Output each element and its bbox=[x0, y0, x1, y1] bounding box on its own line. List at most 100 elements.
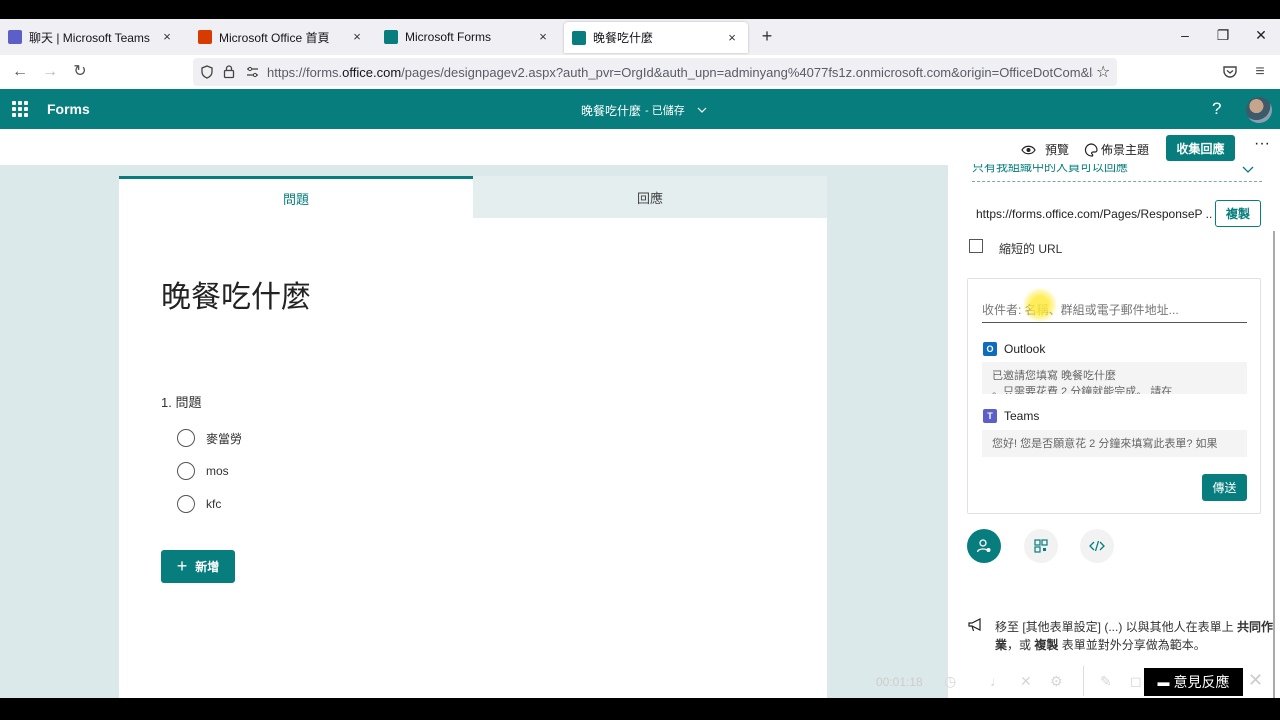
megaphone-icon bbox=[968, 618, 981, 632]
tab-title: Microsoft Forms bbox=[405, 30, 492, 44]
radio-icon[interactable] bbox=[177, 495, 195, 513]
preview-label: 預覽 bbox=[1045, 143, 1070, 157]
help-icon[interactable]: ? bbox=[1212, 99, 1221, 119]
add-label: 新增 bbox=[195, 560, 220, 574]
forms-brand[interactable]: Forms bbox=[47, 101, 90, 117]
code-icon bbox=[1089, 540, 1105, 552]
embed-button[interactable] bbox=[1080, 529, 1114, 563]
forms-icon bbox=[572, 30, 586, 45]
palette-icon bbox=[1084, 142, 1098, 157]
theme-label: 佈景主題 bbox=[1101, 143, 1150, 157]
app-launcher-icon[interactable] bbox=[12, 101, 28, 117]
forward-icon[interactable]: → bbox=[41, 63, 59, 81]
theme-button[interactable]: 佈景主題 bbox=[1084, 141, 1149, 158]
url-path: /pages/designpagev2.aspx?auth_pvr=OrgId&… bbox=[401, 65, 1093, 80]
preview-button[interactable]: 預覽 bbox=[1021, 141, 1069, 158]
close-icon[interactable]: × bbox=[159, 29, 175, 45]
teams-label: Teams bbox=[1004, 409, 1040, 423]
settings-icon[interactable]: ⚙ bbox=[1050, 673, 1063, 690]
pocket-icon[interactable] bbox=[1222, 65, 1238, 79]
outlook-message-line: 。只需要花費 2 分鐘就能完成。 請在 bbox=[992, 386, 1173, 394]
tab-office[interactable]: Microsoft Office 首頁 × bbox=[190, 19, 373, 55]
collect-responses-button[interactable]: 收集回應 bbox=[1166, 135, 1235, 161]
tab-questions[interactable]: 問題 bbox=[119, 176, 473, 218]
more-options-icon[interactable]: ··· bbox=[1254, 135, 1270, 153]
forms-header: Forms 晚餐吃什麼 - 已儲存 ? bbox=[0, 89, 1280, 129]
pen-icon[interactable]: ✎ bbox=[1100, 673, 1112, 690]
outlook-icon: O bbox=[983, 342, 997, 356]
response-permission-select[interactable]: 只有我組織中的人員可以回應 bbox=[972, 164, 1262, 182]
radio-icon[interactable] bbox=[177, 429, 195, 447]
teams-option[interactable]: T Teams bbox=[983, 409, 1039, 423]
share-people-button[interactable] bbox=[967, 529, 1001, 563]
shorten-url-checkbox[interactable] bbox=[969, 239, 983, 253]
reload-icon[interactable]: ↻ bbox=[71, 63, 89, 81]
camera-icon[interactable]: ◻ bbox=[1130, 673, 1142, 690]
address-bar[interactable]: https://forms.office.com/pages/designpag… bbox=[193, 58, 1117, 86]
eye-icon bbox=[1021, 145, 1036, 154]
form-card: 問題 回應 晚餐吃什麼 1. 問題 麥當勞 mos kfc + 新增 bbox=[119, 176, 827, 698]
shorten-url-label: 縮短的 URL bbox=[999, 242, 1063, 256]
feedback-button[interactable]: ▬ 意見反應 bbox=[1144, 668, 1243, 696]
close-icon[interactable]: × bbox=[349, 29, 365, 45]
tip-text: 表單並對外分享做為範本。 bbox=[1061, 638, 1206, 652]
close-icon[interactable]: × bbox=[535, 29, 551, 45]
browser-nav-bar: ← → ↻ https://forms.office.com/pages/des… bbox=[0, 55, 1280, 89]
recipient-input[interactable]: 收件者: 名稱、群組或電子郵件地址... bbox=[982, 301, 1247, 323]
url-text: https://forms.office.com/pages/designpag… bbox=[267, 65, 1093, 80]
outlook-message[interactable]: 已邀請您填寫 晚餐吃什麼 。只需要花費 2 分鐘就能完成。 請在 bbox=[982, 362, 1247, 394]
url-domain: office.com bbox=[342, 65, 402, 80]
permissions-icon[interactable] bbox=[246, 66, 259, 78]
window-close-icon[interactable]: ✕ bbox=[1251, 27, 1271, 44]
restore-icon[interactable]: ❐ bbox=[1213, 27, 1233, 44]
bookmark-star-icon[interactable]: ☆ bbox=[1096, 62, 1110, 82]
tab-title: 晚餐吃什麼 bbox=[593, 31, 654, 45]
comment-icon: ▬ bbox=[1157, 675, 1170, 689]
option-item[interactable]: mos bbox=[177, 462, 229, 480]
form-title[interactable]: 晚餐吃什麼 bbox=[161, 272, 311, 316]
pause-icon[interactable]: ◷ bbox=[944, 673, 956, 690]
mute-icon[interactable]: ✕ bbox=[1020, 673, 1032, 690]
share-panel: 只有我組織中的人員可以回應 https://forms.office.com/P… bbox=[947, 164, 1280, 698]
office-icon bbox=[198, 30, 212, 44]
menu-icon[interactable]: ≡ bbox=[1251, 63, 1269, 81]
tab-responses[interactable]: 回應 bbox=[473, 176, 827, 218]
option-item[interactable]: 麥當勞 bbox=[177, 429, 242, 447]
browser-tab-bar: 聊天 | Microsoft Teams × Microsoft Office … bbox=[0, 19, 1280, 55]
microphone-icon[interactable]: ♩ bbox=[990, 673, 1004, 689]
chevron-down-icon[interactable] bbox=[697, 107, 707, 113]
new-tab-button[interactable]: + bbox=[758, 27, 776, 45]
option-label: kfc bbox=[206, 497, 222, 511]
form-title-header[interactable]: 晚餐吃什麼 bbox=[581, 102, 641, 119]
option-item[interactable]: kfc bbox=[177, 495, 221, 513]
plus-icon: + bbox=[176, 556, 188, 576]
outlook-option[interactable]: O Outlook bbox=[983, 342, 1045, 356]
option-label: mos bbox=[206, 464, 229, 478]
tab-current-form[interactable]: 晚餐吃什麼 × bbox=[564, 22, 748, 53]
person-link-icon bbox=[976, 539, 991, 553]
question-title[interactable]: 1. 問題 bbox=[161, 392, 201, 411]
option-label: 麥當勞 bbox=[206, 431, 243, 446]
close-icon[interactable]: × bbox=[724, 30, 740, 46]
teams-icon: T bbox=[983, 409, 997, 423]
radio-icon[interactable] bbox=[177, 462, 195, 480]
send-button[interactable]: 傳送 bbox=[1202, 474, 1247, 501]
back-icon[interactable]: ← bbox=[11, 63, 29, 81]
tab-forms[interactable]: Microsoft Forms × bbox=[376, 19, 559, 55]
share-link-field[interactable]: https://forms.office.com/Pages/ResponseP… bbox=[968, 202, 1212, 226]
tip-text: ，或 bbox=[1007, 638, 1032, 652]
qr-code-icon bbox=[1034, 539, 1048, 553]
teams-icon bbox=[8, 30, 22, 44]
copy-link-button[interactable]: 複製 bbox=[1215, 200, 1261, 227]
tab-teams[interactable]: 聊天 | Microsoft Teams × bbox=[0, 19, 183, 55]
teams-message[interactable]: 您好! 您是否願意花 2 分鐘來填寫此表單? 如果 bbox=[982, 430, 1247, 457]
qr-code-button[interactable] bbox=[1024, 529, 1058, 563]
minimize-icon[interactable]: – bbox=[1175, 27, 1195, 43]
add-question-button[interactable]: + 新增 bbox=[161, 550, 235, 583]
tip-bold: 複製 bbox=[1034, 638, 1059, 652]
divider bbox=[1083, 666, 1084, 696]
chevron-down-icon[interactable] bbox=[1242, 166, 1254, 174]
avatar[interactable] bbox=[1246, 97, 1272, 123]
recorder-close-icon[interactable]: ✕ bbox=[1248, 670, 1263, 691]
outlook-label: Outlook bbox=[1004, 342, 1046, 356]
